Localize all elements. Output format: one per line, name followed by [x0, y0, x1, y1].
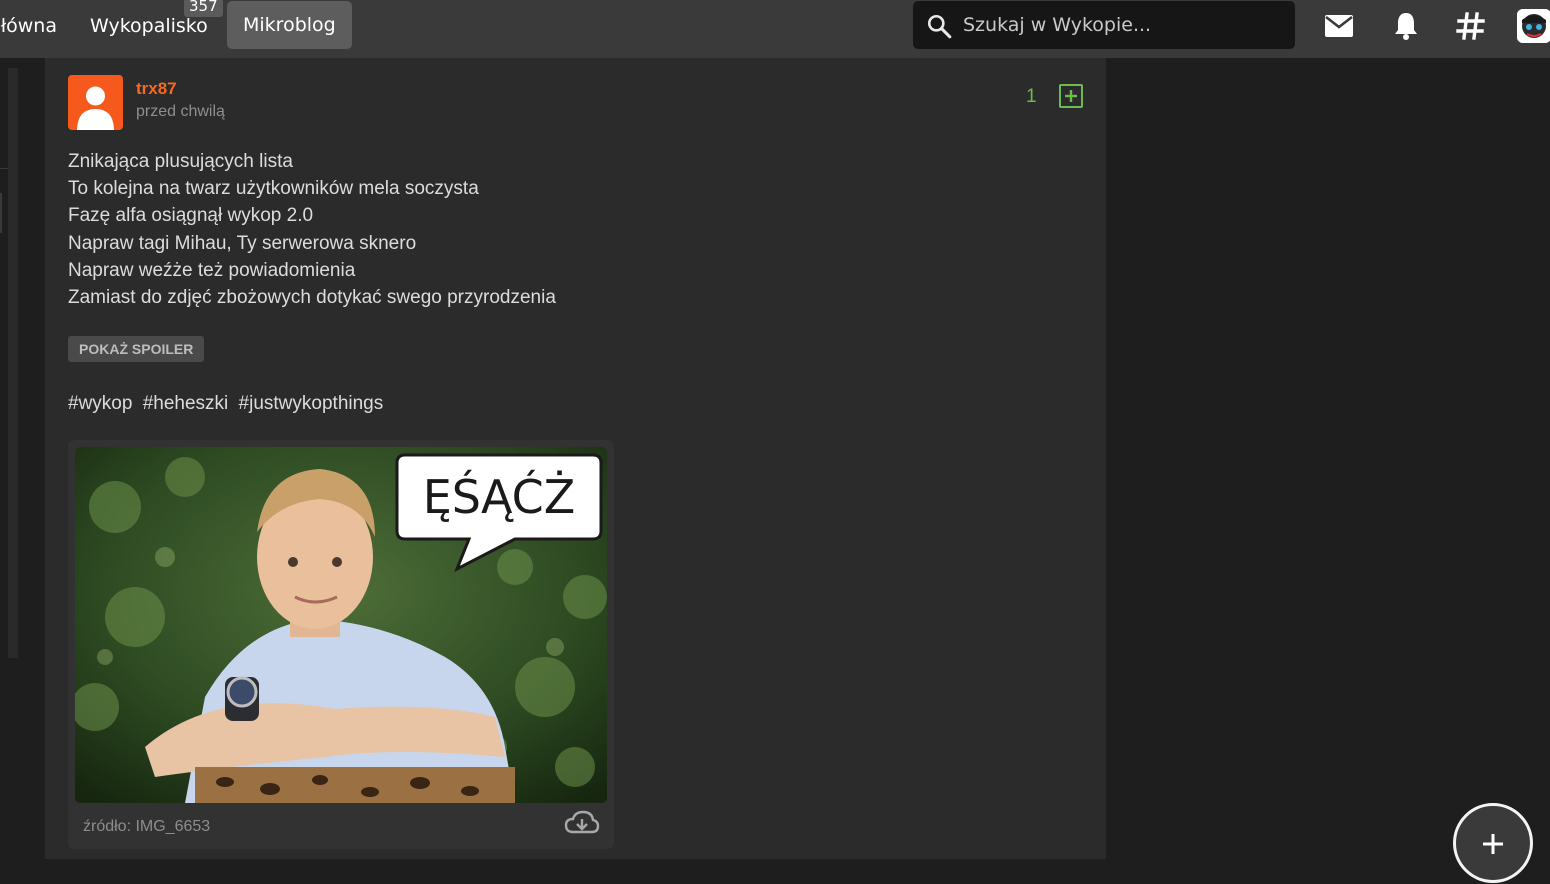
entry-embed: ĘŚĄĆŻ źródło: IMG_6653: [68, 440, 614, 849]
tag-link[interactable]: #justwykopthings: [239, 393, 384, 414]
image-source[interactable]: źródło: IMG_6653: [83, 818, 210, 836]
mail-icon[interactable]: [1323, 10, 1355, 42]
microblog-entry: trx87 przed chwilą 1 Znikająca plusujący…: [45, 58, 1106, 859]
left-sidebar: [0, 58, 44, 859]
top-navigation-bar: Główna Wykopalisko 357 Mikroblog: [0, 0, 1550, 58]
cloud-download-icon[interactable]: [564, 808, 600, 838]
entry-tags: #wykop #heheszki #justwykopthings: [68, 393, 388, 415]
plus-icon: [1483, 834, 1503, 854]
nav-home[interactable]: Główna: [0, 0, 57, 52]
pirate-avatar-icon: [1517, 9, 1550, 43]
wykopalisko-count-badge: 357: [184, 0, 223, 17]
entry-text-line: Znikająca plusujących lista: [68, 151, 293, 172]
tag-link[interactable]: #heheszki: [143, 393, 229, 414]
author-username[interactable]: trx87: [136, 79, 177, 99]
vote-count[interactable]: 1: [1026, 86, 1037, 108]
entry-text-line: Zamiast do zdjęć zbożowych dotykać swego…: [68, 287, 556, 309]
search-box[interactable]: [913, 1, 1295, 49]
default-user-icon: [77, 86, 114, 130]
entry-body: Znikająca plusujących lista To kolejna n…: [68, 148, 968, 311]
sidebar-divider: [0, 193, 2, 233]
entry-image[interactable]: ĘŚĄĆŻ: [75, 447, 607, 803]
plus-vote-button[interactable]: [1059, 84, 1083, 108]
sidebar-scroll-track[interactable]: [8, 68, 18, 658]
nav-mikroblog[interactable]: Mikroblog: [227, 1, 352, 49]
search-icon: [927, 14, 952, 39]
hash-icon[interactable]: [1455, 10, 1487, 42]
photo-with-speech-bubble: ĘŚĄĆŻ: [75, 447, 607, 803]
show-spoiler-button[interactable]: POKAŻ SPOILER: [68, 336, 205, 362]
user-avatar[interactable]: [1517, 9, 1550, 43]
entry-text-line: Napraw tagi Mihau, Ty serwerowa sknero: [68, 232, 417, 254]
add-entry-button[interactable]: [1453, 803, 1533, 883]
entry-text-line: Napraw weźże też powiadomienia: [68, 259, 356, 281]
sidebar-divider: [0, 168, 8, 169]
bell-icon[interactable]: [1390, 10, 1422, 42]
search-input[interactable]: [963, 1, 1283, 49]
entry-text-line: To kolejna na twarz użytkowników mela so…: [68, 178, 479, 200]
author-avatar[interactable]: [68, 75, 123, 130]
entry-timestamp[interactable]: przed chwilą: [136, 103, 225, 121]
speech-bubble-text: ĘŚĄĆŻ: [423, 470, 576, 524]
entry-text-line: Fazę alfa osiągnął wykop 2.0: [68, 205, 314, 227]
tag-link[interactable]: #wykop: [68, 393, 132, 414]
